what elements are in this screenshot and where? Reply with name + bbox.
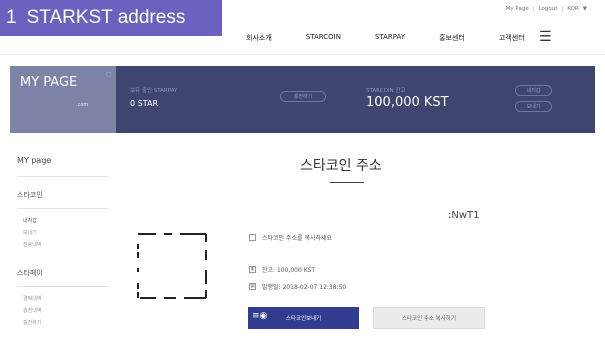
sidebar-divider	[17, 208, 109, 209]
square-icon: ◻	[106, 70, 112, 78]
send-starcoin-button[interactable]: ≡◉ 스타코인보내기	[248, 307, 359, 329]
copy-hint-row: 스타코인 주소를 복사하세요	[249, 233, 332, 242]
chevron-down-icon[interactable]: ▼	[583, 6, 587, 12]
copy-address-button[interactable]: 스타코인 주소 복사하기	[373, 307, 485, 329]
separator: |	[532, 6, 535, 12]
wallet-button[interactable]: 내지갑	[515, 85, 552, 96]
mypage-block: MY PAGE .com ◻	[10, 66, 116, 133]
utility-links: My Page | Logout | KOR ▼	[506, 6, 587, 12]
starpay-value: 0 STAR	[130, 99, 159, 108]
charge-button[interactable]: 충전하기	[280, 91, 326, 102]
sidebar-item-send[interactable]: 보내기	[23, 229, 37, 236]
page-title: 스타코인 주소	[300, 158, 382, 174]
step-title: STARKST address	[26, 7, 186, 28]
copy-hint: 스타코인 주소를 복사하세요	[262, 235, 333, 242]
step-number: 1	[6, 7, 17, 28]
sidebar-item-wallet[interactable]: 내지갑	[23, 217, 37, 224]
hamburger-icon[interactable]: ☰	[539, 29, 552, 45]
send-starcoin-label: 스타코인보내기	[285, 316, 322, 322]
send-icon: ≡◉	[252, 311, 268, 321]
send-button-small[interactable]: 보내기	[515, 101, 552, 112]
language-select[interactable]: KOR	[567, 6, 578, 12]
main-nav: 회사소개 STARCOIN STARPAY 홍보센터 고객센터	[246, 33, 559, 43]
nav-item-starcoin[interactable]: STARCOIN	[306, 33, 341, 43]
separator: |	[561, 6, 564, 12]
sidebar-divider	[17, 176, 109, 177]
sidebar-item-history[interactable]: 전송내역	[23, 241, 41, 248]
account-banner: MY PAGE .com ◻ 보유 중인 STARPAY 0 STAR 충전하기…	[10, 66, 595, 133]
starcoin-label: STARCOIN 잔고	[366, 88, 406, 94]
sidebar-divider	[17, 286, 109, 287]
balance-row: ▮ 잔고: 100,000 KST	[249, 265, 315, 274]
calendar-icon: ▦	[249, 283, 256, 290]
issued-text: 발행일: 2018-02-07 12:38:50	[262, 284, 347, 291]
chart-icon: ▮	[249, 266, 256, 273]
nav-divider	[0, 54, 605, 55]
sidebar-item-payments[interactable]: 결제내역	[23, 295, 41, 302]
qr-code-placeholder	[137, 233, 207, 299]
nav-item-support[interactable]: 고객센터	[499, 33, 525, 43]
sidebar-item-charge[interactable]: 충전하기	[23, 319, 41, 326]
starcoin-value: 100,000 KST	[366, 95, 449, 110]
step-label: 1 STARKST address	[0, 0, 222, 36]
mypage-subtitle: .com	[76, 102, 89, 108]
sidebar-section-starcoin[interactable]: 스타코인	[17, 190, 43, 200]
mypage-title: MY PAGE	[20, 75, 78, 90]
starpay-label: 보유 중인 STARPAY	[130, 88, 178, 94]
title-underline	[330, 182, 364, 183]
nav-item-pr[interactable]: 홍보센터	[439, 33, 465, 43]
sidebar-section-starpay[interactable]: 스타페이	[17, 268, 43, 278]
issued-row: ▦ 발행일: 2018-02-07 12:38:50	[249, 282, 346, 291]
nav-item-company[interactable]: 회사소개	[246, 33, 272, 43]
sidebar-item-charges[interactable]: 충전내역	[23, 307, 41, 314]
nav-item-starpay[interactable]: STARPAY	[375, 33, 405, 43]
mypage-link[interactable]: My Page	[506, 6, 529, 12]
sidebar-title: MY page	[17, 156, 52, 165]
balance-text: 잔고: 100,000 KST	[262, 267, 316, 274]
checkbox-icon[interactable]	[249, 234, 256, 241]
logout-link[interactable]: Logout	[539, 6, 558, 12]
starcoin-address: :NwT1	[448, 210, 480, 221]
